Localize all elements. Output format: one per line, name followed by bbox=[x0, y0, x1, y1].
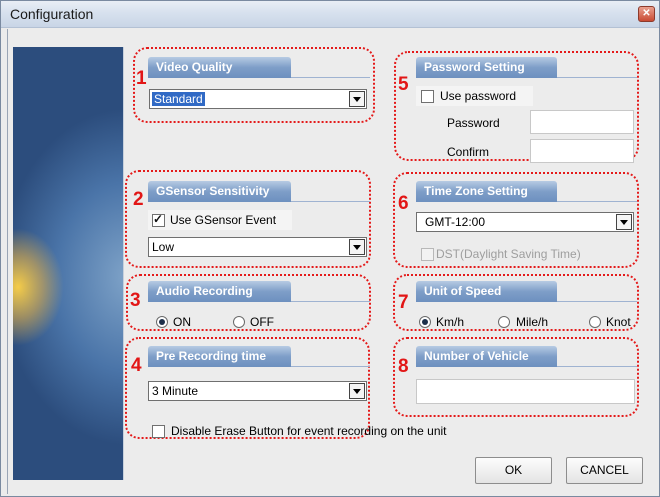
video-quality-header: Video Quality bbox=[148, 57, 291, 78]
header-divider bbox=[557, 77, 637, 78]
speed-kmh-radio[interactable] bbox=[419, 316, 431, 328]
speed-knot-label: Knot bbox=[606, 315, 631, 329]
annotation-number-6: 6 bbox=[398, 193, 409, 214]
audio-off-radio[interactable] bbox=[233, 316, 245, 328]
header-divider bbox=[291, 77, 370, 78]
annotation-number-5: 5 bbox=[398, 74, 409, 95]
speed-knot-radio[interactable] bbox=[589, 316, 601, 328]
password-input[interactable] bbox=[530, 110, 634, 134]
annotation-number-8: 8 bbox=[398, 356, 409, 377]
gsensor-header: GSensor Sensitivity bbox=[148, 181, 291, 202]
audio-header: Audio Recording bbox=[148, 281, 291, 302]
audio-off-label: OFF bbox=[250, 315, 274, 329]
annotation-number-4: 4 bbox=[131, 355, 142, 376]
password-header: Password Setting bbox=[416, 57, 557, 78]
car-headlight-image bbox=[13, 47, 124, 480]
use-password-label: Use password bbox=[440, 89, 517, 103]
audio-on-label: ON bbox=[173, 315, 191, 329]
pre-recording-dropdown[interactable]: 3 Minute bbox=[148, 381, 367, 401]
annotation-number-7: 7 bbox=[398, 292, 409, 313]
vehicle-header: Number of Vehicle bbox=[416, 346, 557, 367]
window-title: Configuration bbox=[10, 6, 94, 22]
annotation-number-1: 1 bbox=[136, 68, 147, 89]
dst-label: DST(Daylight Saving Time) bbox=[436, 247, 581, 261]
chevron-down-icon[interactable] bbox=[349, 91, 365, 107]
speed-mileh-radio[interactable] bbox=[498, 316, 510, 328]
chevron-down-icon[interactable] bbox=[349, 239, 365, 255]
use-password-checkbox[interactable] bbox=[421, 90, 434, 103]
annotation-number-3: 3 bbox=[130, 290, 141, 311]
header-divider bbox=[557, 201, 637, 202]
password-label: Password bbox=[447, 116, 500, 130]
disable-erase-checkbox[interactable] bbox=[152, 425, 165, 438]
header-divider bbox=[557, 366, 637, 367]
annotation-number-2: 2 bbox=[133, 189, 144, 210]
chevron-down-icon[interactable] bbox=[349, 383, 365, 399]
confirm-label: Confirm bbox=[447, 145, 490, 159]
disable-erase-label: Disable Erase Button for event recording… bbox=[171, 424, 447, 438]
gsensor-checkbox[interactable] bbox=[152, 212, 165, 227]
video-quality-dropdown[interactable]: Standard bbox=[149, 89, 367, 109]
speed-kmh-label: Km/h bbox=[436, 315, 465, 329]
header-divider bbox=[291, 301, 370, 302]
ok-button[interactable]: OK bbox=[475, 457, 552, 484]
timezone-dropdown[interactable]: GMT-12:00 bbox=[416, 212, 634, 232]
timezone-value: GMT-12:00 bbox=[425, 215, 486, 229]
pre-recording-value: 3 Minute bbox=[152, 384, 199, 398]
header-divider bbox=[557, 301, 637, 302]
close-icon[interactable]: ✕ bbox=[638, 6, 655, 22]
audio-on-radio[interactable] bbox=[156, 316, 168, 328]
gsensor-checkbox-label: Use GSensor Event bbox=[170, 213, 277, 227]
header-divider bbox=[291, 201, 370, 202]
speed-header: Unit of Speed bbox=[416, 281, 557, 302]
confirm-input[interactable] bbox=[530, 139, 634, 163]
title-bar[interactable]: Configuration ✕ bbox=[1, 1, 659, 28]
gsensor-value: Low bbox=[152, 240, 175, 254]
timezone-header: Time Zone Setting bbox=[416, 181, 557, 202]
dst-checkbox[interactable] bbox=[421, 248, 434, 261]
chevron-down-icon[interactable] bbox=[616, 214, 632, 230]
speed-mileh-label: Mile/h bbox=[516, 315, 549, 329]
cancel-button[interactable]: CANCEL bbox=[566, 457, 643, 484]
pre-recording-header: Pre Recording time bbox=[148, 346, 291, 367]
vehicle-number-input[interactable] bbox=[416, 379, 635, 404]
video-quality-value: Standard bbox=[152, 92, 205, 106]
gsensor-dropdown[interactable]: Low bbox=[148, 237, 367, 257]
header-divider bbox=[291, 366, 370, 367]
